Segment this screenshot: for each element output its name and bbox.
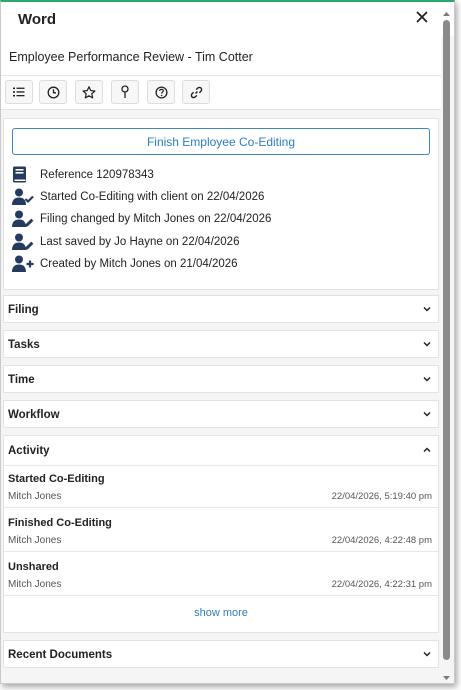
section-time-label: Time: [8, 374, 35, 386]
document-info-card: Finish Employee Co-Editing Reference 120…: [3, 118, 439, 290]
close-button[interactable]: [412, 7, 432, 27]
section-workflow-label: Workflow: [8, 409, 60, 421]
star-icon: [82, 85, 96, 98]
activity-title: Finished Co-Editing: [8, 517, 112, 529]
app-title: Word: [18, 11, 57, 28]
user-plus-icon: [12, 255, 34, 272]
favourite-button[interactable]: [75, 80, 103, 104]
started-coediting-text: Started Co-Editing with client on 22/04/…: [40, 191, 265, 203]
section-recent-documents-label: Recent Documents: [8, 649, 113, 661]
chevron-down-icon: [423, 411, 431, 417]
activity-item: Started Co-Editing Mitch Jones 22/04/202…: [4, 465, 438, 508]
activity-user: Mitch Jones: [8, 491, 62, 502]
chevron-down-icon: [423, 306, 431, 312]
finish-co-editing-button[interactable]: Finish Employee Co-Editing: [12, 128, 430, 155]
filing-changed-text: Filing changed by Mitch Jones on 22/04/2…: [40, 213, 272, 225]
document-header: Employee Performance Review - Tim Cotter: [1, 36, 441, 76]
section-recent-documents[interactable]: Recent Documents: [3, 640, 439, 668]
reference-text: Reference 120978343: [40, 169, 154, 181]
activity-item: Finished Co-Editing Mitch Jones 22/04/20…: [4, 509, 438, 552]
help-button[interactable]: [147, 80, 175, 104]
activity-user: Mitch Jones: [8, 535, 62, 546]
activity-title: Started Co-Editing: [8, 473, 105, 485]
user-edit-icon: [12, 233, 34, 250]
started-coediting-row: Started Co-Editing with client on 22/04/…: [12, 187, 432, 207]
reference-row: Reference 120978343: [12, 165, 432, 185]
scrollbar-thumb[interactable]: [443, 20, 450, 660]
activity-item: Unshared Mitch Jones 22/04/2026, 4:22:31…: [4, 553, 438, 596]
activity-time: 22/04/2026, 4:22:48 pm: [331, 535, 432, 546]
chevron-up-icon: [423, 447, 431, 453]
section-tasks-label: Tasks: [8, 339, 40, 351]
user-edit-icon: [12, 210, 34, 227]
link-button[interactable]: [182, 80, 210, 104]
pane-content: Employee Performance Review - Tim Cotter: [1, 36, 441, 683]
chevron-down-icon: [423, 651, 431, 657]
filing-changed-row: Filing changed by Mitch Jones on 22/04/2…: [12, 209, 432, 229]
activity-title: Unshared: [8, 561, 59, 573]
activity-time: 22/04/2026, 4:22:31 pm: [331, 579, 432, 590]
close-icon: [416, 11, 428, 23]
vertical-scrollbar[interactable]: [442, 4, 451, 683]
last-saved-row: Last saved by Jo Hayne on 22/04/2026: [12, 232, 432, 252]
activity-time: 22/04/2026, 5:19:40 pm: [331, 491, 432, 502]
document-title: Employee Performance Review - Tim Cotter: [9, 50, 253, 64]
section-filing[interactable]: Filing: [3, 295, 439, 323]
section-tasks[interactable]: Tasks: [3, 330, 439, 358]
chevron-down-icon: [423, 376, 431, 382]
created-text: Created by Mitch Jones on 21/04/2026: [40, 258, 238, 270]
section-filing-label: Filing: [8, 304, 39, 316]
title-bar: Word: [1, 2, 454, 36]
pin-icon: [121, 85, 129, 98]
pin-button[interactable]: [111, 80, 139, 104]
section-activity-label: Activity: [8, 445, 50, 457]
clock-icon: [47, 86, 59, 98]
toolbar: [1, 76, 441, 110]
activity-user: Mitch Jones: [8, 579, 62, 590]
list-icon: [13, 87, 25, 97]
link-icon: [190, 86, 202, 98]
section-activity-header[interactable]: Activity: [4, 436, 438, 466]
help-icon: [154, 85, 168, 99]
last-saved-text: Last saved by Jo Hayne on 22/04/2026: [40, 236, 240, 248]
word-task-pane: Word Employee Performance Review - Tim C…: [0, 0, 455, 684]
list-button[interactable]: [5, 80, 33, 104]
section-time[interactable]: Time: [3, 365, 439, 393]
section-workflow[interactable]: Workflow: [3, 400, 439, 428]
scroll-down-arrow-icon[interactable]: [442, 674, 451, 682]
scroll-up-arrow-icon[interactable]: [442, 10, 451, 18]
section-activity: Activity Started Co-Editing Mitch Jones …: [3, 435, 439, 633]
created-row: Created by Mitch Jones on 21/04/2026: [12, 254, 432, 274]
chevron-down-icon: [423, 341, 431, 347]
user-check-icon: [12, 188, 34, 205]
show-more-link[interactable]: show more: [4, 607, 438, 619]
book-icon: [13, 166, 26, 183]
history-button[interactable]: [39, 80, 67, 104]
